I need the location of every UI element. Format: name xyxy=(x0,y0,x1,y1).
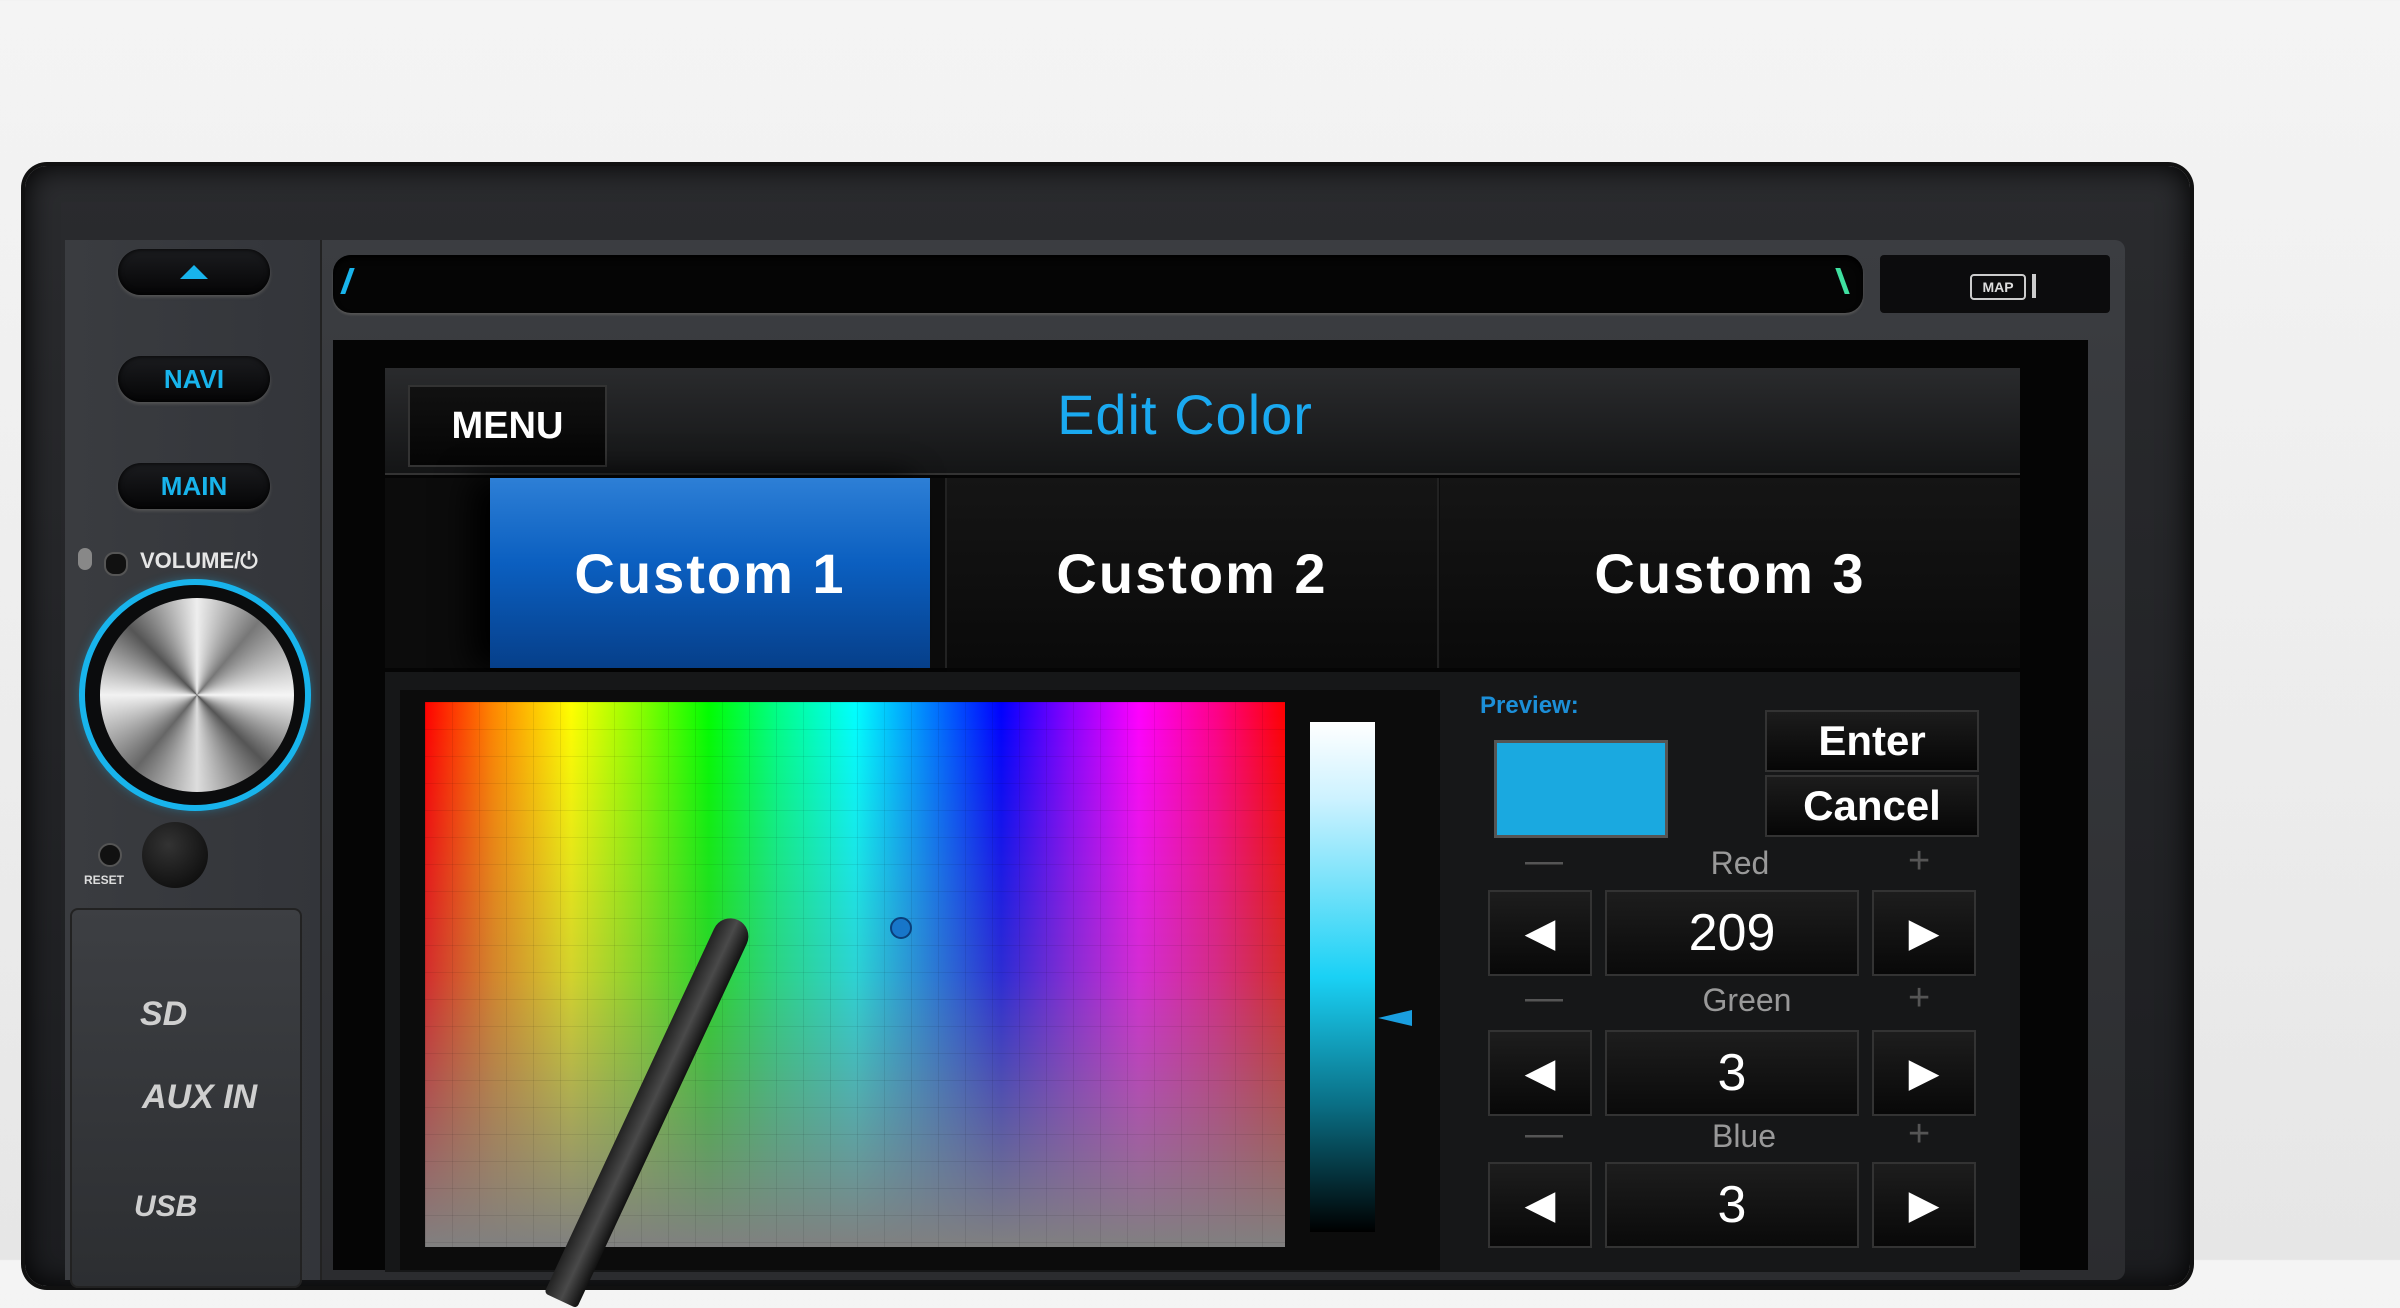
preview-swatch xyxy=(1494,740,1668,838)
cancel-button[interactable]: Cancel xyxy=(1765,775,1979,837)
blue-decrease-button[interactable]: ◀ xyxy=(1488,1162,1592,1248)
red-value: 209 xyxy=(1605,890,1859,976)
blue-value: 3 xyxy=(1605,1162,1859,1248)
mic-hole xyxy=(104,552,128,576)
disc-slot xyxy=(333,255,1863,313)
page-title: Edit Color xyxy=(1057,383,1313,446)
map-indicator xyxy=(2032,274,2036,298)
usb-logo: USB xyxy=(134,1190,198,1223)
red-decrease-button[interactable]: ◀ xyxy=(1488,890,1592,976)
right-arrow-icon: ▶ xyxy=(1908,911,1940,955)
red-label: Red xyxy=(1710,845,1770,881)
map-button[interactable]: MAP xyxy=(1970,274,2026,300)
color-cursor[interactable] xyxy=(890,917,912,939)
reset-hole[interactable] xyxy=(98,843,122,867)
tab-custom-2[interactable]: Custom 2 xyxy=(945,478,1439,668)
sd-logo: SD xyxy=(140,995,188,1033)
main-button[interactable]: MAIN xyxy=(118,463,270,509)
spectrum-grid xyxy=(425,702,1285,1247)
blue-label: Blue xyxy=(1711,1118,1777,1154)
blue-plus-label: + xyxy=(1908,1113,1931,1155)
aux-in-logo: AUX IN xyxy=(142,1078,258,1116)
left-arrow-icon: ◀ xyxy=(1524,1051,1556,1095)
green-increase-button[interactable]: ▶ xyxy=(1872,1030,1976,1116)
preview-label: Preview: xyxy=(1480,692,1579,719)
enter-button[interactable]: Enter xyxy=(1765,710,1979,772)
volume-label: VOLUME/⏻ xyxy=(140,548,258,573)
right-arrow-icon: ▶ xyxy=(1908,1051,1940,1095)
tab-custom-3[interactable]: Custom 3 xyxy=(1440,478,2020,668)
menu-button[interactable]: MENU xyxy=(408,385,607,467)
microphone-icon xyxy=(78,548,92,570)
eject-button[interactable] xyxy=(118,249,270,295)
eject-icon xyxy=(180,265,208,279)
red-plus-label: + xyxy=(1908,840,1931,882)
green-decrease-button[interactable]: ◀ xyxy=(1488,1030,1592,1116)
blue-increase-button[interactable]: ▶ xyxy=(1872,1162,1976,1248)
left-arrow-icon: ◀ xyxy=(1524,1183,1556,1227)
green-minus-label: — xyxy=(1525,977,1563,1019)
green-label: Green xyxy=(1702,982,1792,1018)
volume-knob-face xyxy=(100,598,294,792)
green-plus-label: + xyxy=(1908,977,1931,1019)
brightness-slider[interactable] xyxy=(1310,722,1375,1232)
reset-label: RESET xyxy=(84,873,125,887)
blue-minus-label: — xyxy=(1525,1113,1563,1155)
navi-button[interactable]: NAVI xyxy=(118,356,270,402)
brightness-marker[interactable] xyxy=(1378,1010,1412,1026)
red-increase-button[interactable]: ▶ xyxy=(1872,890,1976,976)
left-arrow-icon: ◀ xyxy=(1524,911,1556,955)
tab-custom-1[interactable]: Custom 1 xyxy=(490,478,930,668)
power-button[interactable] xyxy=(142,822,208,888)
red-minus-label: — xyxy=(1525,840,1563,882)
right-arrow-icon: ▶ xyxy=(1908,1183,1940,1227)
green-value: 3 xyxy=(1605,1030,1859,1116)
